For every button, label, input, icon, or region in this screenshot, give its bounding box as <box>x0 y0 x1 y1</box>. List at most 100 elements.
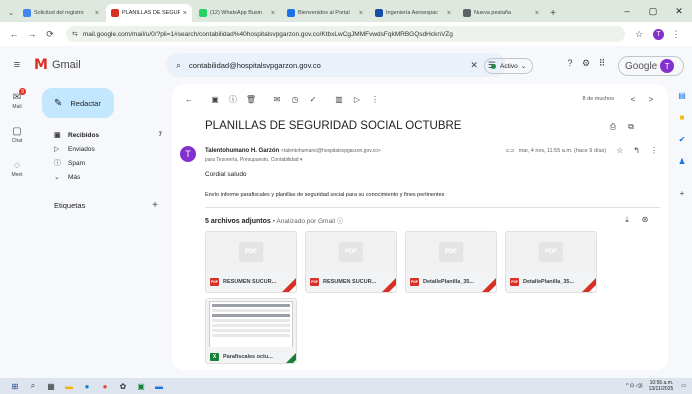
google-account-button[interactable]: Google T <box>618 56 684 76</box>
settings-gear-icon[interactable]: ⚙ <box>578 58 594 69</box>
attachment-card[interactable]: PDF PDF RESUMEN SUCUR... <box>205 231 297 293</box>
clear-search-icon[interactable]: ✕ <box>470 60 478 71</box>
print-icon[interactable]: ⎙ <box>604 122 622 132</box>
message-more-icon[interactable]: ⋮ <box>650 146 658 155</box>
browser-tab[interactable]: Bienvenidos al Portal × <box>282 4 368 22</box>
edge-icon[interactable]: ● <box>78 379 96 393</box>
site-info-icon[interactable]: ⇆ <box>72 30 78 38</box>
back-to-list-icon[interactable]: ← <box>180 95 198 104</box>
sidebar-item-inbox[interactable]: ▣ Recibidos 7 <box>34 128 170 142</box>
tab-close-icon[interactable]: × <box>271 10 275 17</box>
pdf-preview-icon: PDF <box>439 242 463 262</box>
tab-close-icon[interactable]: × <box>359 10 363 17</box>
corner-fold <box>289 285 296 292</box>
search-icon[interactable]: ⌕ <box>176 60 181 71</box>
get-addons-icon[interactable]: + <box>672 182 692 204</box>
tasks-icon[interactable]: ✔ <box>672 128 692 150</box>
search-icon[interactable]: ⌕ <box>24 379 42 393</box>
download-all-icon[interactable]: ⤓ <box>618 215 636 225</box>
tab-close-icon[interactable]: × <box>183 10 187 17</box>
address-bar[interactable]: ⇆ mail.google.com/mail/u/0/?pli=1#search… <box>66 26 625 42</box>
tab-close-icon[interactable]: × <box>447 10 451 17</box>
keep-icon[interactable]: ■ <box>672 106 692 128</box>
attachment-card[interactable]: PDF PDF RESUMEN SUCUR... <box>305 231 397 293</box>
open-new-window-icon[interactable]: ⧉ <box>622 122 640 132</box>
attachment-card[interactable]: PDF PDF DetallePlanilla_35... <box>405 231 497 293</box>
reply-icon[interactable]: ↰ <box>633 146 640 155</box>
browser-tab[interactable]: PLANILLAS DE SEGURI × <box>106 4 192 22</box>
compose-button[interactable]: ✎ Redactar <box>42 88 114 118</box>
next-message-icon[interactable]: > <box>642 95 660 104</box>
attachment-card[interactable]: X Parafiscales octu... <box>205 298 297 364</box>
file-explorer-icon[interactable]: ▬ <box>60 379 78 393</box>
browser-tab[interactable]: Solicitud del registro × <box>18 4 104 22</box>
rail-item-meet[interactable]: ◌ Meet <box>0 152 34 186</box>
prev-message-icon[interactable]: < <box>624 95 642 104</box>
labels-section-header: Etiquetas + <box>34 198 170 212</box>
bookmark-star-icon[interactable]: ☆ <box>631 26 647 42</box>
rail-item-mail[interactable]: ✉ 9 Mail <box>0 84 34 118</box>
report-spam-icon[interactable]: ⓘ <box>224 94 242 105</box>
rail-item-chat[interactable]: ▢ Chat <box>0 118 34 152</box>
search-bar[interactable]: ⌕ contabilidad@hospitalsvpgarzon.gov.co … <box>166 53 506 77</box>
corner-fold <box>389 285 396 292</box>
tab-close-icon[interactable]: × <box>95 10 99 17</box>
maximize-button[interactable]: ▢ <box>640 0 666 22</box>
reload-button[interactable]: ⟳ <box>42 26 58 42</box>
gmail-logo[interactable]: M Gmail <box>34 57 154 73</box>
sidebar-item-sent[interactable]: ▷ Enviados <box>34 142 170 156</box>
settings-icon[interactable]: ✿ <box>114 379 132 393</box>
contacts-icon[interactable]: ♟ <box>672 150 692 172</box>
chrome-icon[interactable]: ● <box>96 379 114 393</box>
mark-unread-icon[interactable]: ✉ <box>268 95 286 104</box>
forward-button[interactable]: → <box>24 26 40 42</box>
snooze-icon[interactable]: ◷ <box>286 95 304 104</box>
inbox-icon: ▣ <box>54 132 61 139</box>
gmail-wordmark: Gmail <box>51 59 81 71</box>
add-label-button[interactable]: + <box>152 200 158 211</box>
clock[interactable]: 10:56 a.m. 13/11/2025 <box>649 380 674 392</box>
browser-tab[interactable]: (12) WhatsApp Busin × <box>194 4 280 22</box>
archive-icon[interactable]: ▣ <box>206 95 224 104</box>
task-view-icon[interactable]: ▦ <box>42 379 60 393</box>
sidebar-item-more[interactable]: ⌄ Más <box>34 170 170 184</box>
tray-icons[interactable]: ^ ⊡ ◁)) <box>626 383 643 389</box>
excel-icon[interactable]: ▣ <box>132 379 150 393</box>
start-icon[interactable]: ⊞ <box>6 379 24 393</box>
browser-tab[interactable]: Nueva pestaña × <box>458 4 544 22</box>
sidebar-item-spam[interactable]: ⓘ Spam <box>34 156 170 170</box>
sidebar-item-label: Spam <box>68 159 85 167</box>
clock-date: 13/11/2025 <box>648 386 674 392</box>
tab-search-dropdown[interactable]: ⌄ <box>4 4 18 22</box>
new-tab-button[interactable]: + <box>546 4 560 22</box>
move-to-icon[interactable]: ▥ <box>330 95 348 104</box>
delete-icon[interactable]: 🗑 <box>242 95 260 104</box>
support-icon[interactable]: ? <box>562 58 578 69</box>
status-dropdown[interactable]: Activo ⌄ <box>484 58 534 74</box>
browser-menu-icon[interactable]: ⋮ <box>668 26 684 42</box>
apps-grid-icon[interactable]: ⠿ <box>594 58 610 69</box>
main-menu-icon[interactable]: ≡ <box>0 59 34 71</box>
chevron-down-icon: ⌄ <box>520 63 527 70</box>
star-icon[interactable]: ☆ <box>616 146 623 155</box>
back-button[interactable]: ← <box>6 26 22 42</box>
attachment-card[interactable]: PDF PDF DetallePlanilla_35... <box>505 231 597 293</box>
close-window-button[interactable]: ✕ <box>666 0 692 22</box>
calendar-icon[interactable]: ▤ <box>672 84 692 106</box>
sender-name[interactable]: Talentohumano H. Garzón <box>205 148 279 154</box>
add-to-drive-icon[interactable]: ⊛ <box>636 215 654 225</box>
attachments-divider <box>205 207 660 208</box>
search-input[interactable]: contabilidad@hospitalsvpgarzon.gov.co <box>189 61 460 70</box>
recipients-line[interactable]: para Tesorería, Presupuesto, Contabilida… <box>205 157 302 163</box>
status-dot-icon <box>491 63 496 69</box>
add-task-icon[interactable]: ✓ <box>304 95 322 104</box>
label-icon[interactable]: ▷ <box>348 95 366 104</box>
app-icon[interactable]: ▬ <box>150 379 168 393</box>
minimize-button[interactable]: – <box>614 0 640 22</box>
browser-profile-avatar[interactable]: T <box>653 28 664 40</box>
tab-close-icon[interactable]: × <box>535 10 539 17</box>
browser-tab[interactable]: Ingeniería Aeroespac × <box>370 4 456 22</box>
tab-favicon-icon <box>463 9 471 17</box>
more-options-icon[interactable]: ⋮ <box>366 95 384 104</box>
notifications-icon[interactable]: ▭ <box>681 383 686 389</box>
